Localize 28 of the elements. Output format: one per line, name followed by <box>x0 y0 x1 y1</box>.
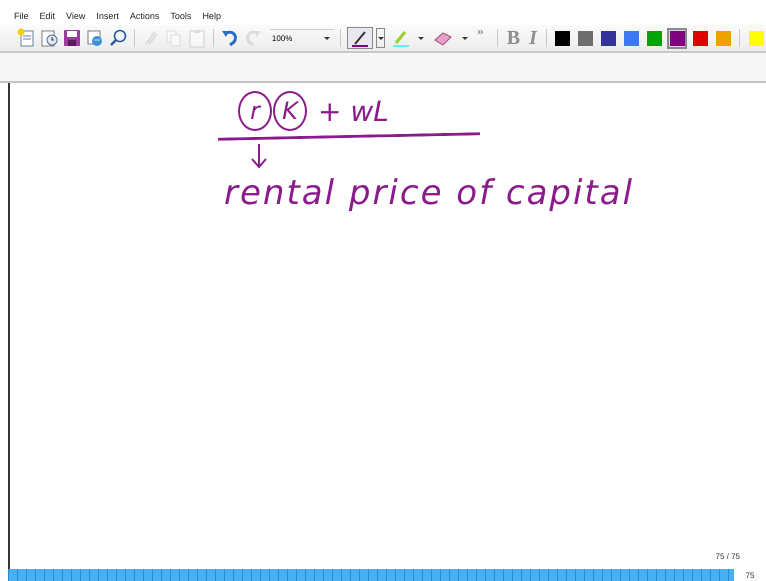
menu-item[interactable]: Tools <box>170 11 192 25</box>
menu-item[interactable]: Edit <box>40 11 56 25</box>
note-clock-icon[interactable] <box>39 28 59 48</box>
menu-item[interactable]: Insert <box>96 11 119 25</box>
handwritten-text: + wL <box>318 94 389 128</box>
note-globe-icon[interactable] <box>85 28 105 48</box>
handwritten-text: rental price of capital <box>224 173 634 213</box>
page-number: 75 <box>744 570 756 580</box>
search-icon[interactable] <box>108 28 128 48</box>
dropdown-button[interactable] <box>376 28 386 48</box>
circled-letter: r <box>238 91 272 131</box>
menu-item[interactable]: View <box>66 11 86 25</box>
menu-item[interactable]: Actions <box>130 11 160 25</box>
pen-icon <box>352 29 368 47</box>
chevron-icon[interactable] <box>477 29 485 37</box>
down-arrow-icon <box>250 143 268 169</box>
undo-icon[interactable] <box>220 28 240 48</box>
page-indicator: 75 / 75 <box>716 552 740 561</box>
pen-button[interactable] <box>346 27 373 49</box>
new-note-icon[interactable] <box>16 28 36 48</box>
eraser-icon <box>432 30 453 46</box>
color-swatch[interactable] <box>667 28 688 48</box>
save-icon[interactable] <box>62 28 82 48</box>
highlighter-icon <box>393 29 410 47</box>
menu-item[interactable]: File <box>14 11 29 25</box>
circled-letter: K <box>273 91 307 131</box>
zoom-dropdown[interactable]: 100% <box>270 28 334 48</box>
menu-item[interactable]: Help <box>202 11 221 25</box>
